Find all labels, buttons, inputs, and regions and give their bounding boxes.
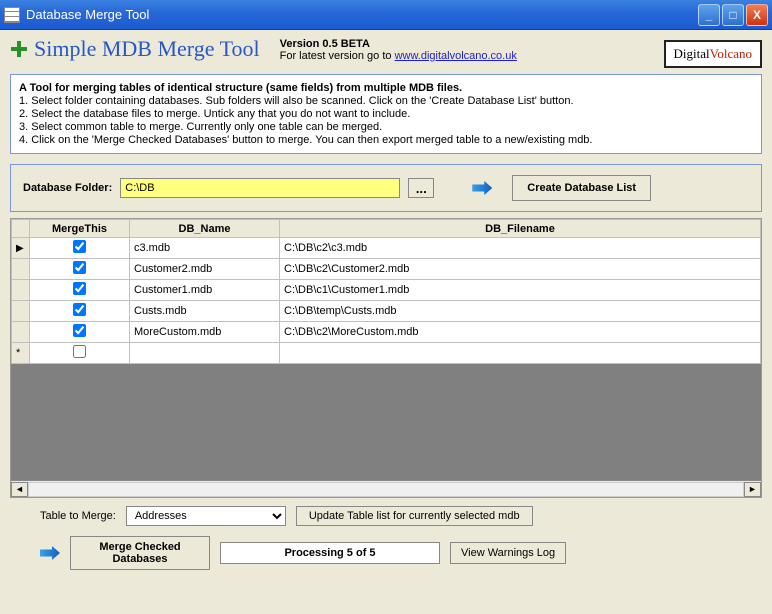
merge-checkbox-cell <box>30 259 130 280</box>
version-text: Version 0.5 BETA <box>280 38 370 50</box>
arrow-right-icon <box>40 546 60 560</box>
folder-panel: Database Folder: ... Create Database Lis… <box>10 164 762 212</box>
row-header-blank <box>12 220 30 238</box>
merge-checkbox-cell <box>30 301 130 322</box>
db-name-cell[interactable]: c3.mdb <box>130 238 280 259</box>
scroll-right-icon[interactable]: ► <box>744 482 761 497</box>
scroll-left-icon[interactable]: ◄ <box>11 482 28 497</box>
merge-checkbox[interactable] <box>73 261 86 274</box>
merge-checkbox[interactable] <box>73 282 86 295</box>
table-row[interactable]: Customer2.mdbC:\DB\c2\Customer2.mdb <box>12 259 761 280</box>
new-row[interactable]: * <box>12 343 761 364</box>
merge-checkbox[interactable] <box>73 324 86 337</box>
new-row-icon: * <box>12 343 30 364</box>
db-filename-cell[interactable] <box>280 343 761 364</box>
plus-icon <box>10 40 28 58</box>
row-selector[interactable] <box>12 280 30 301</box>
maximize-button[interactable]: □ <box>722 4 744 26</box>
table-row[interactable]: Customer1.mdbC:\DB\c1\Customer1.mdb <box>12 280 761 301</box>
merge-checked-databases-button[interactable]: Merge Checked Databases <box>70 536 210 570</box>
instructions-heading: A Tool for merging tables of identical s… <box>19 82 753 94</box>
app-icon <box>4 7 20 23</box>
row-selector[interactable]: ▶ <box>12 238 30 259</box>
db-filename-cell[interactable]: C:\DB\temp\Custs.mdb <box>280 301 761 322</box>
window-title: Database Merge Tool <box>26 7 698 22</box>
db-filename-cell[interactable]: C:\DB\c2\MoreCustom.mdb <box>280 322 761 343</box>
db-filename-cell[interactable]: C:\DB\c1\Customer1.mdb <box>280 280 761 301</box>
instruction-step: 1. Select folder containing databases. S… <box>19 95 753 107</box>
arrow-right-icon <box>472 181 492 195</box>
horizontal-scrollbar[interactable]: ◄ ► <box>11 480 761 497</box>
header: Simple MDB Merge Tool Version 0.5 BETA F… <box>10 36 762 68</box>
brand-part-a: Digital <box>674 46 710 61</box>
row-selector[interactable] <box>12 322 30 343</box>
db-filename-cell[interactable]: C:\DB\c2\Customer2.mdb <box>280 259 761 280</box>
status-text: Processing 5 of 5 <box>220 542 440 564</box>
row-selector[interactable] <box>12 259 30 280</box>
update-table-list-button[interactable]: Update Table list for currently selected… <box>296 506 533 526</box>
merge-checkbox-cell <box>30 238 130 259</box>
column-header[interactable]: DB_Name <box>130 220 280 238</box>
brand-part-b: Volcano <box>710 46 752 61</box>
column-header[interactable]: MergeThis <box>30 220 130 238</box>
latest-prefix: For latest version go to <box>280 50 395 62</box>
table-select[interactable]: Addresses <box>126 506 286 526</box>
merge-checkbox[interactable] <box>73 240 86 253</box>
merge-checkbox[interactable] <box>73 303 86 316</box>
table-row[interactable]: Custs.mdbC:\DB\temp\Custs.mdb <box>12 301 761 322</box>
db-filename-cell[interactable]: C:\DB\c2\c3.mdb <box>280 238 761 259</box>
create-database-list-button[interactable]: Create Database List <box>512 175 651 201</box>
instruction-step: 2. Select the database files to merge. U… <box>19 108 753 120</box>
version-block: Version 0.5 BETA For latest version go t… <box>280 38 517 62</box>
column-header[interactable]: DB_Filename <box>280 220 761 238</box>
merge-checkbox-cell <box>30 322 130 343</box>
close-button[interactable]: X <box>746 4 768 26</box>
grid-header-row: MergeThis DB_Name DB_Filename <box>12 220 761 238</box>
instructions-panel: A Tool for merging tables of identical s… <box>10 74 762 154</box>
db-name-cell[interactable] <box>130 343 280 364</box>
brand-logo: DigitalVolcano <box>664 40 762 68</box>
db-name-cell[interactable]: Customer1.mdb <box>130 280 280 301</box>
merge-checkbox-cell <box>30 343 130 364</box>
table-row[interactable]: ▶ c3.mdbC:\DB\c2\c3.mdb <box>12 238 761 259</box>
titlebar: Database Merge Tool _ □ X <box>0 0 772 30</box>
minimize-button[interactable]: _ <box>698 4 720 26</box>
folder-input[interactable] <box>120 178 400 198</box>
scroll-track[interactable] <box>28 482 744 497</box>
browse-button[interactable]: ... <box>408 178 434 198</box>
merge-checkbox[interactable] <box>73 345 86 358</box>
instruction-step: 4. Click on the 'Merge Checked Databases… <box>19 134 753 146</box>
merge-checkbox-cell <box>30 280 130 301</box>
website-link[interactable]: www.digitalvolcano.co.uk <box>395 50 517 62</box>
bottom-controls: Table to Merge: Addresses Update Table l… <box>10 506 762 570</box>
app-title: Simple MDB Merge Tool <box>34 36 260 62</box>
db-name-cell[interactable]: MoreCustom.mdb <box>130 322 280 343</box>
table-row[interactable]: MoreCustom.mdbC:\DB\c2\MoreCustom.mdb <box>12 322 761 343</box>
database-grid: MergeThis DB_Name DB_Filename ▶c3.mdbC:\… <box>10 218 762 498</box>
view-warnings-log-button[interactable]: View Warnings Log <box>450 542 566 564</box>
current-row-icon: ▶ <box>16 243 24 254</box>
db-name-cell[interactable]: Custs.mdb <box>130 301 280 322</box>
row-selector[interactable] <box>12 301 30 322</box>
window-controls: _ □ X <box>698 4 768 26</box>
instruction-step: 3. Select common table to merge. Current… <box>19 121 753 133</box>
folder-label: Database Folder: <box>23 182 112 194</box>
db-name-cell[interactable]: Customer2.mdb <box>130 259 280 280</box>
table-to-merge-label: Table to Merge: <box>40 510 116 522</box>
